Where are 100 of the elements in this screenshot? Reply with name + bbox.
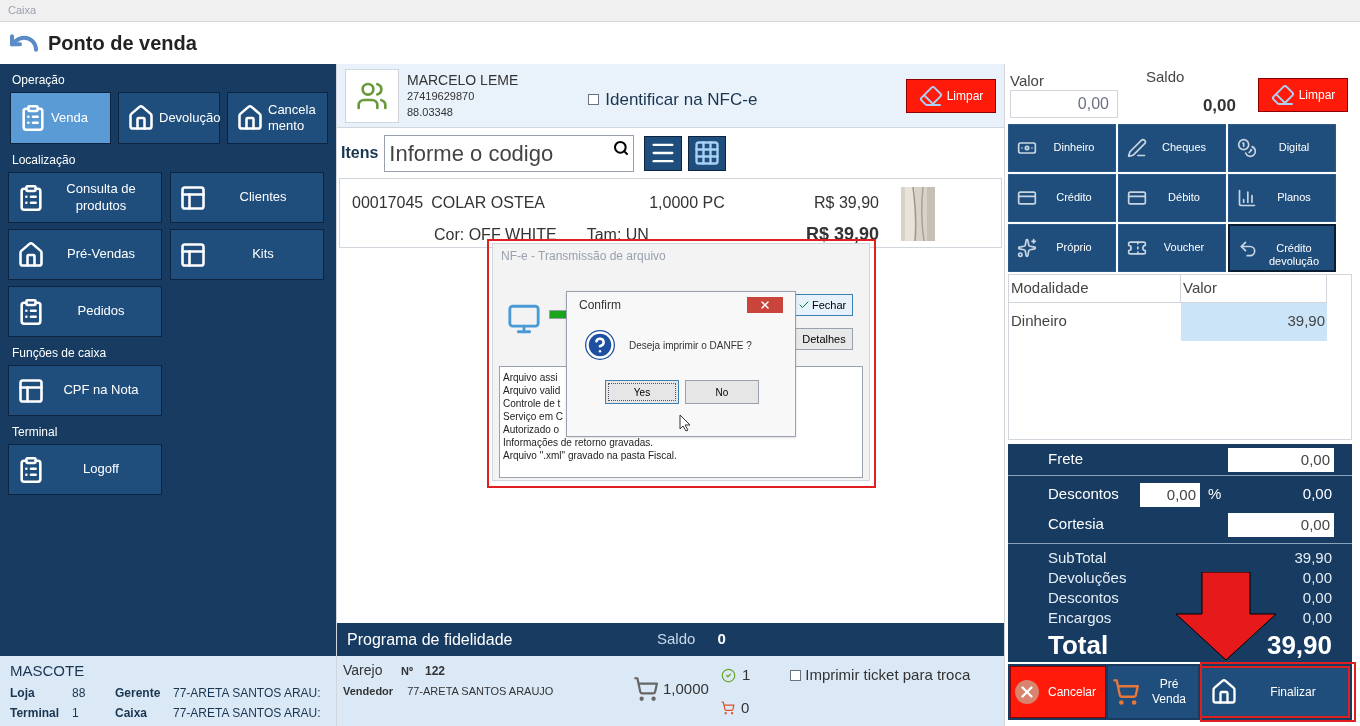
payment-method-button[interactable]: Crédito devolução xyxy=(1228,224,1336,272)
summary-label: Devoluções xyxy=(1048,568,1128,588)
balance-label: Saldo xyxy=(1146,67,1185,87)
summary-value: 0,00 xyxy=(1302,568,1332,588)
mouse-cursor-icon xyxy=(679,414,691,432)
dialog-button[interactable]: Yes xyxy=(605,380,679,404)
close-icon xyxy=(759,299,771,311)
clipboard-icon xyxy=(19,104,47,132)
sidebar-button[interactable]: Pedidos xyxy=(8,286,162,337)
payment-method-button[interactable]: Dinheiro xyxy=(1008,124,1116,172)
column-header: Modalidade xyxy=(1009,275,1181,302)
details-button[interactable]: Detalhes xyxy=(795,328,853,350)
search-icon xyxy=(613,139,630,156)
log-line: Informações de retorno gravadas. xyxy=(503,436,654,449)
pen-icon xyxy=(1127,138,1147,158)
summary-label: SubTotal xyxy=(1048,548,1108,568)
payment-method-button[interactable]: Digital xyxy=(1228,124,1336,172)
section-heading: Operação xyxy=(11,72,66,89)
payment-method-button[interactable]: Débito xyxy=(1118,174,1226,222)
payment-method-button[interactable]: Cheques xyxy=(1118,124,1226,172)
presale-button[interactable]: Pré Venda xyxy=(1108,666,1198,718)
close-dialog-button[interactable]: Fechar xyxy=(793,294,853,316)
coins-icon xyxy=(1237,138,1257,158)
customer-avatar[interactable] xyxy=(345,68,399,123)
total-label: Total xyxy=(1048,630,1110,660)
info-value: 77-ARETA SANTOS ARAU: xyxy=(173,684,321,702)
courtesy-field[interactable]: 0,00 xyxy=(1228,512,1334,537)
value-field[interactable]: 0,00 xyxy=(1010,90,1118,118)
item-quantity: 1,0000 PC xyxy=(649,193,726,213)
sidebar-button[interactable]: Logoff xyxy=(8,444,162,495)
sidebar-button[interactable]: Clientes xyxy=(170,172,324,223)
store-name: MASCOTE xyxy=(10,661,86,681)
sidebar-button[interactable]: Devolução xyxy=(118,92,220,144)
summary-label: Descontos xyxy=(1048,588,1120,608)
list-view-button[interactable] xyxy=(644,135,683,171)
dialog-title: NF-e - Transmissão de arquivo xyxy=(500,248,667,265)
code-search-field[interactable]: Informe o codigo xyxy=(384,134,635,172)
discount-label: Descontos xyxy=(1048,484,1120,505)
home-icon xyxy=(17,240,45,269)
clear-button[interactable]: Limpar xyxy=(906,78,996,113)
courtesy-label: Cortesia xyxy=(1048,514,1105,535)
section-heading: Funções de caixa xyxy=(11,345,108,362)
section-heading: Localização xyxy=(11,152,77,169)
freight-field[interactable]: 0,00 xyxy=(1228,447,1334,472)
summary-value: 0,00 xyxy=(1302,588,1332,608)
section-heading: Terminal xyxy=(11,424,59,441)
monitor-icon xyxy=(507,302,541,336)
dialog-title: Confirm xyxy=(579,297,621,314)
customer-document: 27419629870 xyxy=(407,88,476,104)
sidebar-button[interactable]: Consulta de produtos xyxy=(8,172,162,223)
discount-value: 0,00 xyxy=(1302,484,1332,505)
item-code: 00017045 xyxy=(352,193,424,213)
info-label: Terminal xyxy=(10,704,61,722)
page-title: Ponto de venda xyxy=(48,31,197,56)
payment-method-button[interactable]: Voucher xyxy=(1118,224,1226,272)
payment-method-button[interactable]: Próprio xyxy=(1008,224,1116,272)
layout-icon xyxy=(179,240,207,269)
confirmed-count: 1 xyxy=(741,665,751,685)
info-value: 88 xyxy=(72,684,87,702)
clear-button[interactable]: Limpar xyxy=(1258,78,1348,112)
check-circle-icon xyxy=(720,667,736,683)
home-icon xyxy=(236,104,264,132)
dialog-button[interactable]: No xyxy=(685,380,759,404)
log-line: Controle de t xyxy=(503,397,561,410)
table-cell[interactable]: 39,90 xyxy=(1181,302,1327,341)
layout-icon xyxy=(179,183,207,212)
sidebar-button[interactable]: Cancela mento xyxy=(227,92,328,144)
info-label: Caixa xyxy=(115,704,149,722)
eraser-icon xyxy=(918,83,943,108)
log-line: Arquivo valid xyxy=(503,384,561,397)
layout-icon xyxy=(17,376,45,405)
item-name: COLAR OSTEA xyxy=(431,193,546,213)
sale-number: 122 xyxy=(424,663,445,680)
close-button[interactable] xyxy=(747,297,783,313)
cart-icon xyxy=(720,700,735,715)
item-price: R$ 39,90 xyxy=(814,193,879,213)
value-label: Valor xyxy=(1010,72,1045,90)
discount-percent-field[interactable]: 0,00 xyxy=(1140,482,1200,507)
seller-label: Vendedor xyxy=(343,684,394,699)
items-label: Itens xyxy=(341,143,379,163)
sidebar-button[interactable]: Pré-Vendas xyxy=(8,229,162,280)
grid-icon xyxy=(693,139,722,167)
info-value: 1 xyxy=(72,704,80,722)
summary-label: Encargos xyxy=(1048,608,1113,628)
grid-view-button[interactable] xyxy=(688,135,727,171)
checkbox[interactable] xyxy=(790,669,802,681)
balance-value: 0,00 xyxy=(1202,94,1236,117)
payment-method-button[interactable]: Planos xyxy=(1228,174,1336,222)
finish-button[interactable]: Finalizar xyxy=(1200,666,1350,718)
clipboard-icon xyxy=(17,455,45,484)
chart-icon xyxy=(1237,188,1257,208)
sidebar-button[interactable]: Kits xyxy=(170,229,324,280)
checkbox[interactable] xyxy=(588,94,600,105)
close-icon xyxy=(1015,680,1039,704)
checkbox-label: Imprimir ticket para troca xyxy=(805,665,971,685)
sparkle-icon xyxy=(1017,238,1037,258)
cancel-button[interactable]: Cancelar xyxy=(1010,666,1106,718)
payment-method-button[interactable]: Crédito xyxy=(1008,174,1116,222)
total-value: 39,90 xyxy=(1266,630,1332,660)
sidebar-button[interactable]: CPF na Nota xyxy=(8,365,162,416)
